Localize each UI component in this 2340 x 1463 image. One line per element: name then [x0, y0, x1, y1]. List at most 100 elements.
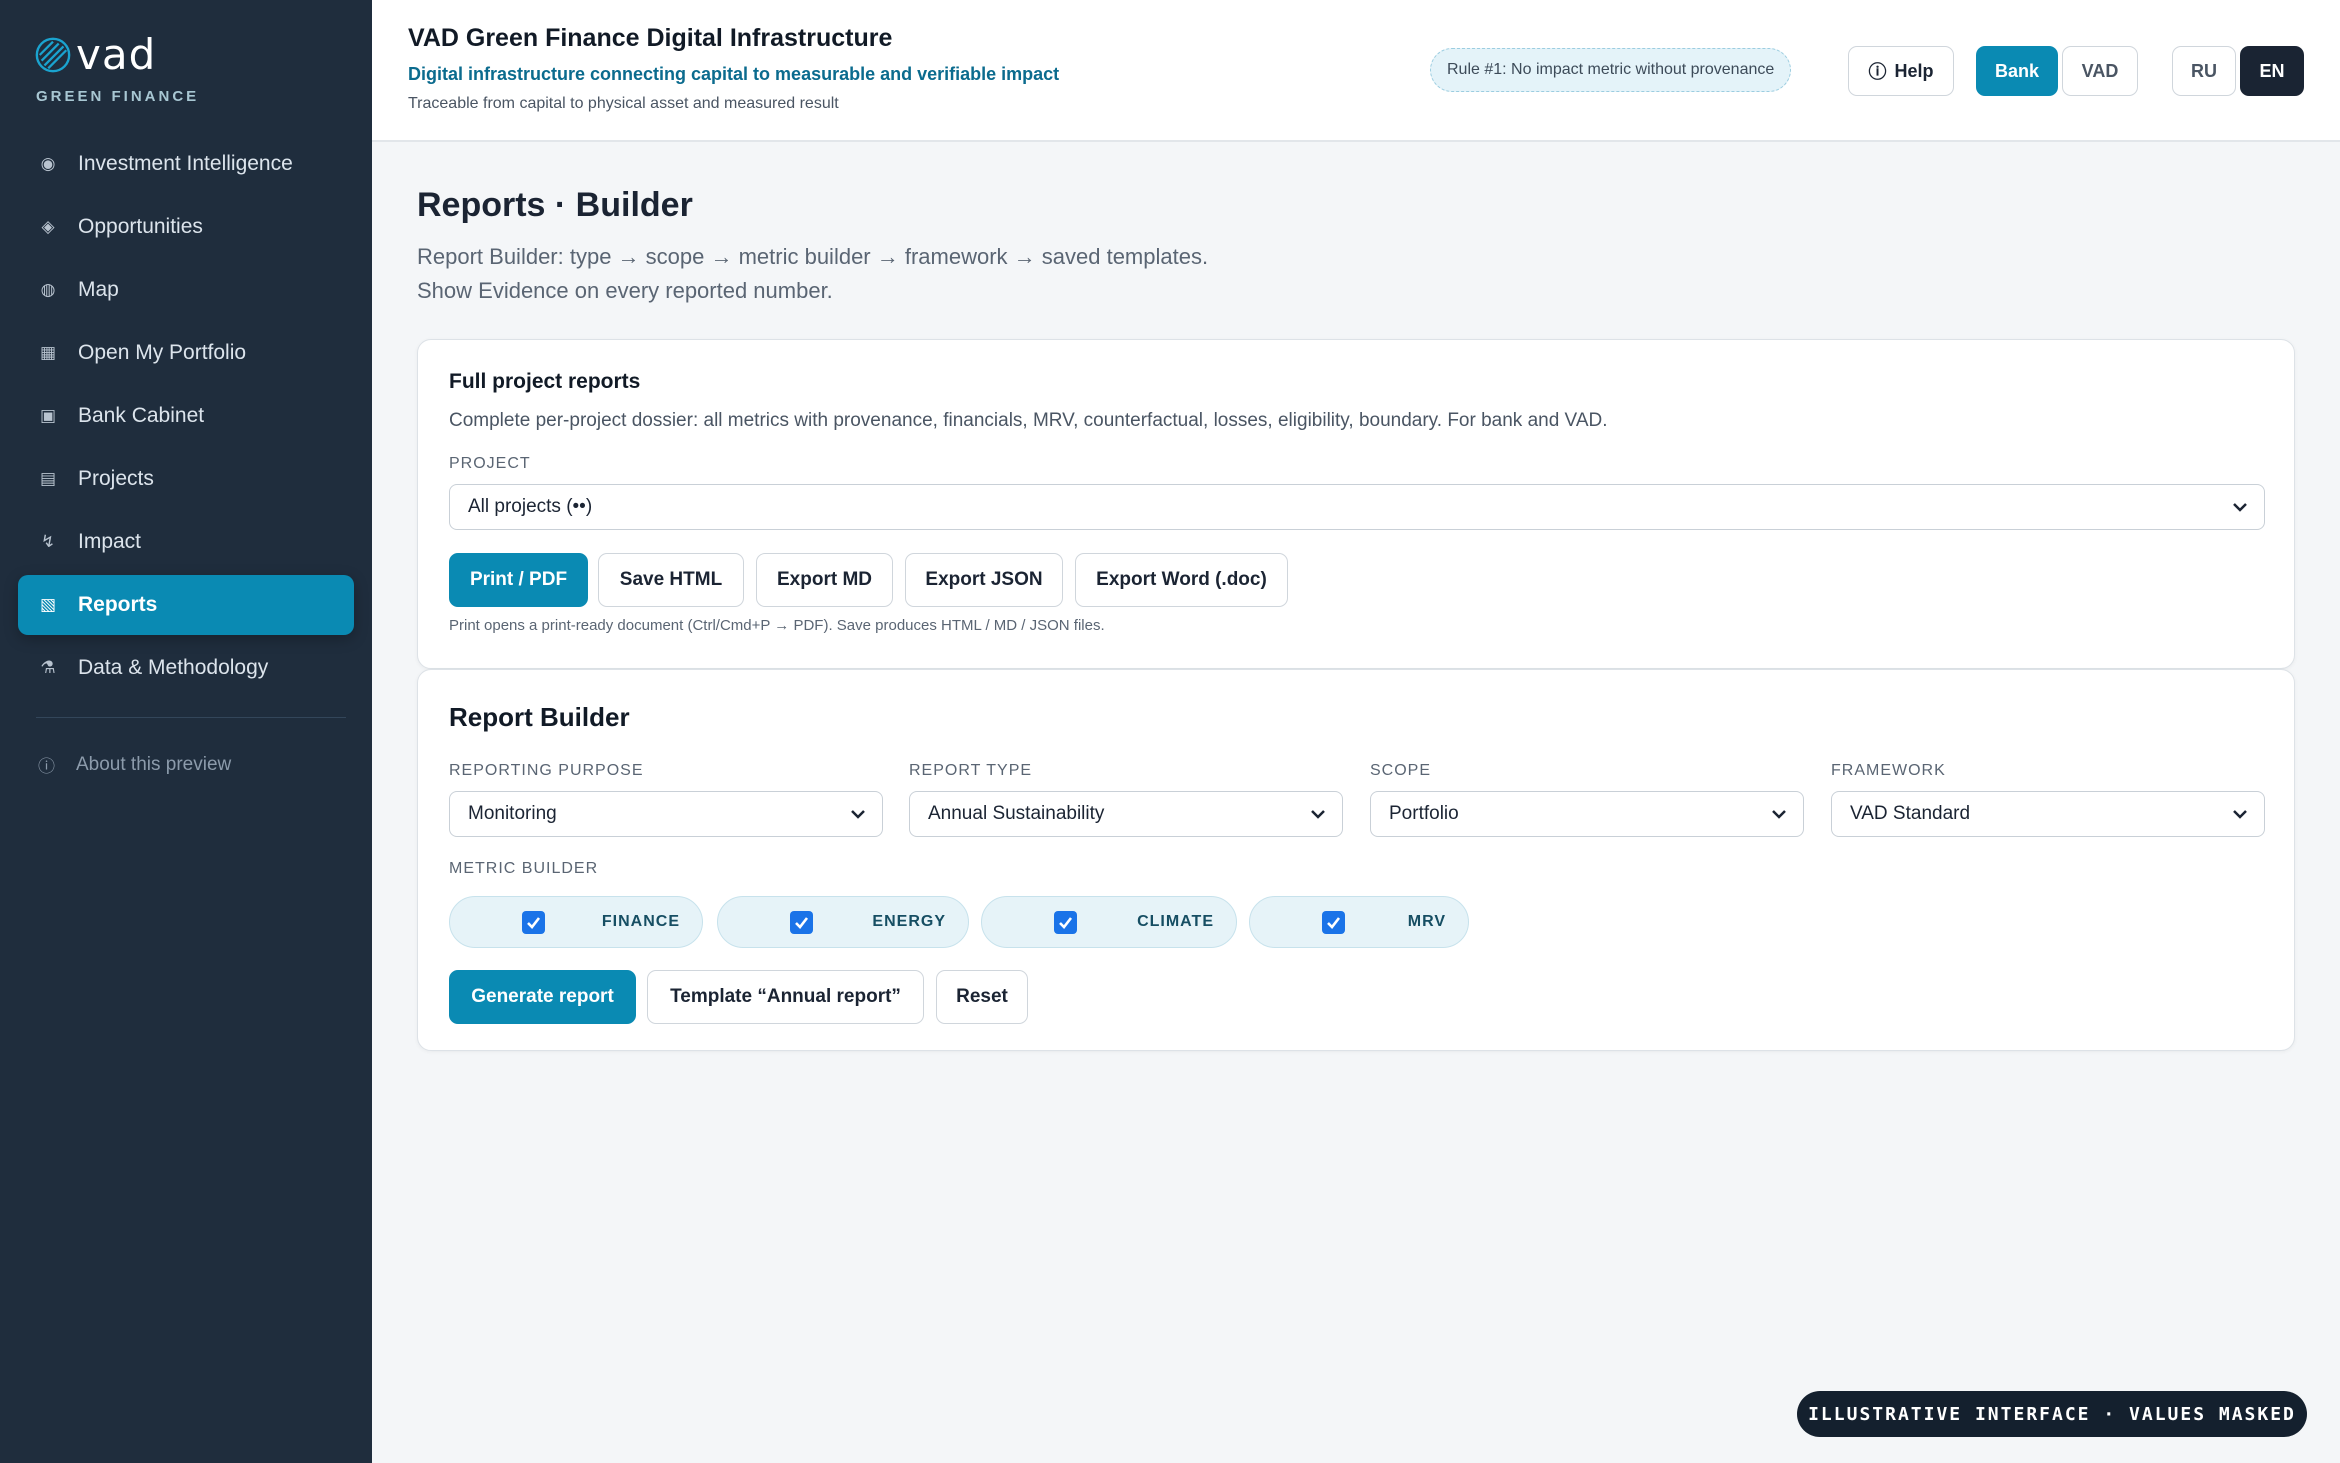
select-value: Monitoring: [468, 803, 557, 824]
diamond-icon: ◈: [41, 217, 55, 236]
about-label: About this preview: [76, 753, 232, 775]
export-md-button[interactable]: Export MD: [756, 553, 893, 607]
card-title: Report Builder: [449, 702, 630, 732]
sidebar-item-open-my-portfolio[interactable]: ▦ Open My Portfolio: [18, 323, 354, 383]
sidebar-item-label: Opportunities: [78, 215, 203, 238]
project-select[interactable]: All projects (••): [449, 484, 2265, 530]
sidebar-item-about[interactable]: ⓘ About this preview: [38, 752, 231, 777]
generate-report-button[interactable]: Generate report: [449, 970, 636, 1024]
checkbox-checked-icon[interactable]: [790, 911, 813, 934]
sidebar-item-bank-cabinet[interactable]: ▣ Bank Cabinet: [18, 386, 354, 446]
report-type-select[interactable]: Annual Sustainability: [909, 791, 1343, 837]
sidebar-item-data-methodology[interactable]: ⚗ Data & Methodology: [18, 638, 354, 698]
sidebar-item-label: Investment Intelligence: [78, 152, 293, 175]
checkbox-checked-icon[interactable]: [1054, 911, 1077, 934]
save-html-button[interactable]: Save HTML: [598, 553, 744, 607]
chevron-down-icon: [2233, 503, 2247, 512]
grid-icon: ▦: [39, 343, 57, 362]
chevron-down-icon: [1311, 810, 1325, 819]
brand-name: vad: [76, 30, 157, 79]
watermark-badge: ILLUSTRATIVE INTERFACE · VALUES MASKED: [1797, 1391, 2307, 1437]
sidebar: vad GREEN FINANCE ◉ Investment Intellige…: [0, 0, 372, 1463]
report-icon: ▧: [39, 595, 57, 614]
chevron-down-icon: [2233, 810, 2247, 819]
sidebar-item-label: Map: [78, 278, 119, 301]
page-description-line: Show Evidence on every reported number.: [417, 278, 833, 303]
report-builder-card: Report Builder REPORTING PURPOSE Monitor…: [417, 669, 2295, 1051]
metric-chip-label: ENERGY: [872, 913, 946, 930]
print-pdf-button[interactable]: Print / PDF: [449, 553, 588, 607]
metric-chip-label: MRV: [1407, 913, 1446, 930]
lang-en-button[interactable]: EN: [2240, 46, 2304, 96]
logo-globe-icon: [35, 37, 71, 73]
brand-subtitle: GREEN FINANCE: [36, 88, 200, 105]
scope-label: SCOPE: [1370, 762, 1432, 779]
sidebar-item-label: Bank Cabinet: [78, 404, 205, 427]
page-description: Report Builder: type → scope → metric bu…: [417, 240, 1717, 308]
sidebar-item-label: Reports: [78, 593, 158, 616]
role-bank-button[interactable]: Bank: [1976, 46, 2058, 96]
info-icon: ⓘ: [38, 757, 55, 776]
export-json-button[interactable]: Export JSON: [905, 553, 1063, 607]
globe-icon: ◍: [40, 280, 56, 299]
sidebar-item-label: Impact: [78, 530, 142, 553]
app-title: VAD Green Finance Digital Infrastructure: [408, 24, 893, 52]
sidebar-item-map[interactable]: ◍ Map: [18, 260, 354, 320]
full-project-reports-card: Full project reports Complete per-projec…: [417, 339, 2295, 669]
square-icon: ▣: [39, 406, 57, 425]
sidebar-item-reports[interactable]: ▧ Reports: [18, 575, 354, 635]
help-label: Help: [1894, 60, 1934, 81]
sidebar-item-label: Open My Portfolio: [78, 341, 247, 364]
metric-builder-label: METRIC BUILDER: [449, 860, 599, 877]
metric-chip-finance[interactable]: FINANCE: [449, 896, 703, 948]
metric-chip-climate[interactable]: CLIMATE: [981, 896, 1237, 948]
checkbox-checked-icon[interactable]: [522, 911, 545, 934]
app-tagline: Traceable from capital to physical asset…: [408, 95, 839, 112]
select-value: Portfolio: [1389, 803, 1459, 824]
sidebar-item-label: Data & Methodology: [78, 656, 269, 679]
brand-logo[interactable]: vad: [34, 30, 157, 79]
metric-chip-energy[interactable]: ENERGY: [717, 896, 969, 948]
sidebar-item-opportunities[interactable]: ◈ Opportunities: [18, 197, 354, 257]
metric-chip-mrv[interactable]: MRV: [1249, 896, 1469, 948]
bolt-icon: ↯: [40, 532, 56, 551]
print-note: Print opens a print-ready document (Ctrl…: [449, 617, 1105, 634]
top-header: VAD Green Finance Digital Infrastructure…: [372, 0, 2340, 142]
sidebar-item-projects[interactable]: ▤ Projects: [18, 449, 354, 509]
checkbox-checked-icon[interactable]: [1322, 911, 1345, 934]
scope-select[interactable]: Portfolio: [1370, 791, 1804, 837]
sidebar-item-investment-intelligence[interactable]: ◉ Investment Intelligence: [18, 134, 354, 194]
sidebar-divider: [36, 717, 346, 718]
project-label: PROJECT: [449, 455, 531, 472]
reporting-purpose-select[interactable]: Monitoring: [449, 791, 883, 837]
lang-ru-button[interactable]: RU: [2172, 46, 2236, 96]
select-value: VAD Standard: [1850, 803, 1971, 824]
help-button[interactable]: ⓘ Help: [1848, 46, 1954, 96]
report-type-label: REPORT TYPE: [909, 762, 1033, 779]
framework-label: FRAMEWORK: [1831, 762, 1946, 779]
sidebar-item-label: Projects: [78, 467, 154, 490]
metric-chip-label: CLIMATE: [1137, 913, 1214, 930]
flask-icon: ⚗: [40, 658, 56, 677]
reset-button[interactable]: Reset: [936, 970, 1028, 1024]
export-word-button[interactable]: Export Word (.doc): [1075, 553, 1288, 607]
card-description: Complete per-project dossier: all metric…: [449, 410, 1608, 431]
page-title: Reports · Builder: [417, 186, 693, 224]
project-select-value: All projects (••): [468, 496, 593, 517]
chevron-down-icon: [851, 810, 865, 819]
app-subtitle: Digital infrastructure connecting capita…: [408, 64, 1060, 84]
framework-select[interactable]: VAD Standard: [1831, 791, 2265, 837]
card-title: Full project reports: [449, 370, 641, 393]
page-description-line: Report Builder: type → scope → metric bu…: [417, 244, 1209, 269]
sidebar-nav: ◉ Investment Intelligence ◈ Opportunitie…: [18, 134, 354, 701]
metric-chip-label: FINANCE: [601, 913, 680, 930]
list-icon: ▤: [39, 469, 57, 488]
select-value: Annual Sustainability: [928, 803, 1105, 824]
role-vad-button[interactable]: VAD: [2062, 46, 2138, 96]
target-icon: ◉: [40, 154, 56, 173]
template-annual-report-button[interactable]: Template “Annual report”: [647, 970, 924, 1024]
chevron-down-icon: [1772, 810, 1786, 819]
info-icon: ⓘ: [1868, 62, 1887, 82]
sidebar-item-impact[interactable]: ↯ Impact: [18, 512, 354, 572]
rule-badge: Rule #1: No impact metric without proven…: [1430, 48, 1792, 92]
